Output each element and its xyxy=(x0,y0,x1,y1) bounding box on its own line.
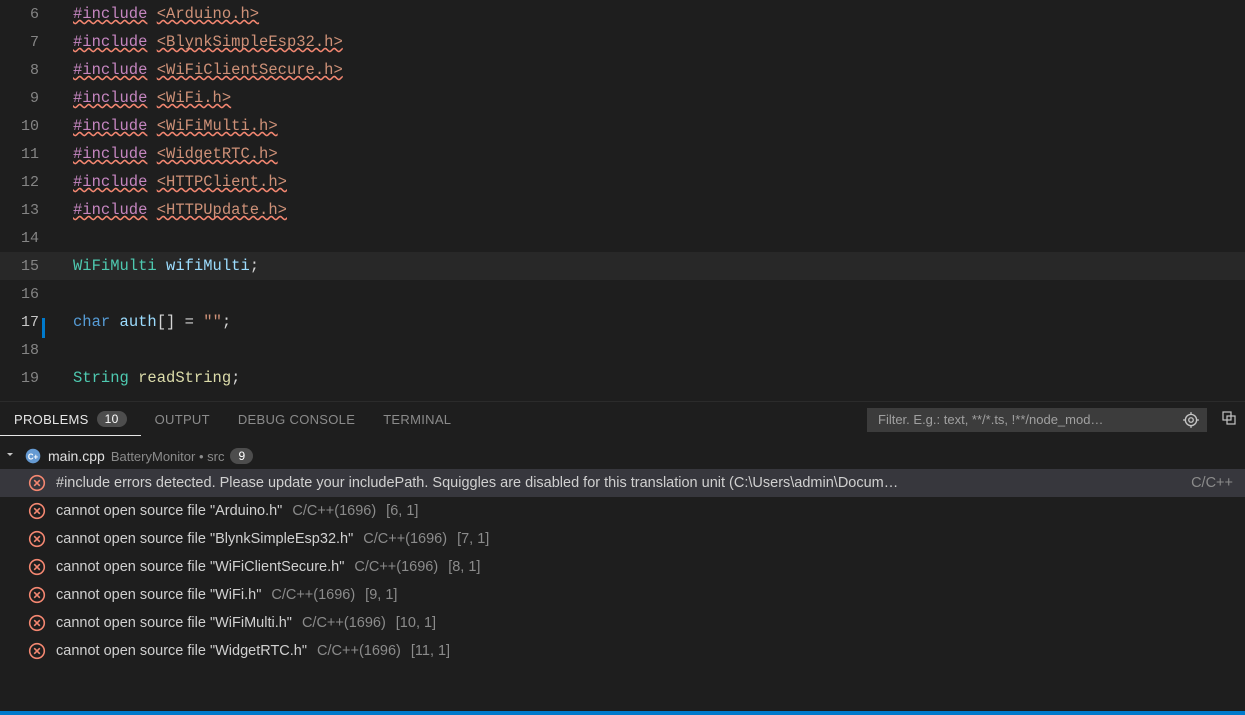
problem-file-path: BatteryMonitor • src xyxy=(111,449,225,464)
code-line[interactable]: 11#include <WidgetRTC.h> xyxy=(0,140,1245,168)
problem-message: cannot open source file "WiFiClientSecur… xyxy=(56,559,344,575)
code-content[interactable]: #include <BlynkSimpleEsp32.h> xyxy=(57,33,343,51)
line-number: 12 xyxy=(0,174,57,191)
error-icon xyxy=(28,530,46,548)
code-line[interactable]: 12#include <HTTPClient.h> xyxy=(0,168,1245,196)
code-line[interactable]: 8#include <WiFiClientSecure.h> xyxy=(0,56,1245,84)
line-number: 13 xyxy=(0,202,57,219)
line-number: 9 xyxy=(0,90,57,107)
problem-position: [8, 1] xyxy=(448,559,480,575)
problem-item[interactable]: cannot open source file "WiFi.h" C/C++(16… xyxy=(0,581,1245,609)
cpp-file-icon: C+ xyxy=(24,447,42,465)
line-number: 16 xyxy=(0,286,57,303)
problem-message: cannot open source file "WiFi.h" xyxy=(56,587,261,603)
code-content[interactable]: #include <WiFiMulti.h> xyxy=(57,117,278,135)
line-number: 11 xyxy=(0,146,57,163)
filter-settings-icon[interactable] xyxy=(1182,411,1200,429)
code-line[interactable]: 18 xyxy=(0,336,1245,364)
problem-source: C/C++(1696) xyxy=(271,587,355,603)
problems-count-badge: 10 xyxy=(97,411,127,427)
error-icon xyxy=(28,502,46,520)
error-icon xyxy=(28,474,46,492)
bottom-panel: PROBLEMS 10 OUTPUT DEBUG CONSOLE TERMINA… xyxy=(0,401,1245,711)
code-line[interactable]: 17char auth[] = ""; xyxy=(0,308,1245,336)
svg-text:C+: C+ xyxy=(28,452,39,461)
problem-position: [10, 1] xyxy=(396,615,436,631)
line-number: 14 xyxy=(0,230,57,247)
problem-source: C/C++(1696) xyxy=(354,559,438,575)
problem-position: [7, 1] xyxy=(457,531,489,547)
code-content[interactable]: #include <Arduino.h> xyxy=(57,5,259,23)
line-number: 19 xyxy=(0,370,57,387)
code-content[interactable]: #include <WiFi.h> xyxy=(57,89,231,107)
line-number: 7 xyxy=(0,34,57,51)
line-number: 18 xyxy=(0,342,57,359)
tab-debug-console[interactable]: DEBUG CONSOLE xyxy=(224,404,369,435)
problem-item[interactable]: cannot open source file "Arduino.h" C/C++… xyxy=(0,497,1245,525)
problem-item[interactable]: cannot open source file "WidgetRTC.h" C/C… xyxy=(0,637,1245,665)
tab-output[interactable]: OUTPUT xyxy=(141,404,224,435)
chevron-down-icon[interactable] xyxy=(4,449,18,464)
status-bar xyxy=(0,711,1245,715)
problems-list[interactable]: C+ main.cpp BatteryMonitor • src 9 #incl… xyxy=(0,437,1245,711)
problem-position: [11, 1] xyxy=(411,643,450,659)
problem-file-group[interactable]: C+ main.cpp BatteryMonitor • src 9 xyxy=(0,443,1245,469)
problem-message: #include errors detected. Please update … xyxy=(56,475,898,491)
collapse-all-icon[interactable] xyxy=(1213,406,1245,433)
line-number: 15 xyxy=(0,258,57,275)
code-line[interactable]: 13#include <HTTPUpdate.h> xyxy=(0,196,1245,224)
problem-message: cannot open source file "Arduino.h" xyxy=(56,503,282,519)
code-line[interactable]: 6#include <Arduino.h> xyxy=(0,0,1245,28)
code-line[interactable]: 10#include <WiFiMulti.h> xyxy=(0,112,1245,140)
code-content[interactable]: WiFiMulti wifiMulti; xyxy=(57,257,259,275)
tab-problems[interactable]: PROBLEMS 10 xyxy=(0,403,141,436)
error-icon xyxy=(28,586,46,604)
panel-tabs: PROBLEMS 10 OUTPUT DEBUG CONSOLE TERMINA… xyxy=(0,402,1245,437)
code-content[interactable]: String readString; xyxy=(57,369,240,387)
tab-terminal[interactable]: TERMINAL xyxy=(369,404,465,435)
line-number: 8 xyxy=(0,62,57,79)
code-line[interactable]: 19String readString; xyxy=(0,364,1245,392)
code-line[interactable]: 14 xyxy=(0,224,1245,252)
problem-source: C/C++(1696) xyxy=(302,615,386,631)
code-content[interactable]: #include <HTTPUpdate.h> xyxy=(57,201,287,219)
line-number: 17 xyxy=(0,314,57,331)
problem-file-name: main.cpp xyxy=(48,448,105,464)
line-number: 10 xyxy=(0,118,57,135)
code-line[interactable]: 16 xyxy=(0,280,1245,308)
error-icon xyxy=(28,558,46,576)
filter-box[interactable] xyxy=(867,408,1207,432)
problem-source: C/C++(1696) xyxy=(363,531,447,547)
code-content[interactable]: #include <WidgetRTC.h> xyxy=(57,145,278,163)
problem-source: C/C++ xyxy=(1191,475,1241,491)
problem-message: cannot open source file "WiFiMulti.h" xyxy=(56,615,292,631)
problem-message: cannot open source file "WidgetRTC.h" xyxy=(56,643,307,659)
problem-source: C/C++(1696) xyxy=(317,643,401,659)
tab-problems-label: PROBLEMS xyxy=(14,412,89,427)
filter-input[interactable] xyxy=(878,412,1176,427)
code-content[interactable]: #include <WiFiClientSecure.h> xyxy=(57,61,343,79)
code-content[interactable]: #include <HTTPClient.h> xyxy=(57,173,287,191)
problem-item[interactable]: #include errors detected. Please update … xyxy=(0,469,1245,497)
error-icon xyxy=(28,614,46,632)
problem-message: cannot open source file "BlynkSimpleEsp3… xyxy=(56,531,353,547)
cursor-marker xyxy=(42,318,45,338)
problem-position: [6, 1] xyxy=(386,503,418,519)
problem-source: C/C++(1696) xyxy=(292,503,376,519)
code-line[interactable]: 7#include <BlynkSimpleEsp32.h> xyxy=(0,28,1245,56)
file-problem-count: 9 xyxy=(230,448,253,464)
error-icon xyxy=(28,642,46,660)
problem-item[interactable]: cannot open source file "WiFiMulti.h" C/C… xyxy=(0,609,1245,637)
line-number: 6 xyxy=(0,6,57,23)
code-line[interactable]: 15WiFiMulti wifiMulti; xyxy=(0,252,1245,280)
code-line[interactable]: 9#include <WiFi.h> xyxy=(0,84,1245,112)
code-content[interactable]: char auth[] = ""; xyxy=(57,313,231,331)
problem-item[interactable]: cannot open source file "WiFiClientSecur… xyxy=(0,553,1245,581)
problem-item[interactable]: cannot open source file "BlynkSimpleEsp3… xyxy=(0,525,1245,553)
problem-position: [9, 1] xyxy=(365,587,397,603)
code-editor[interactable]: 6#include <Arduino.h>7#include <BlynkSim… xyxy=(0,0,1245,401)
